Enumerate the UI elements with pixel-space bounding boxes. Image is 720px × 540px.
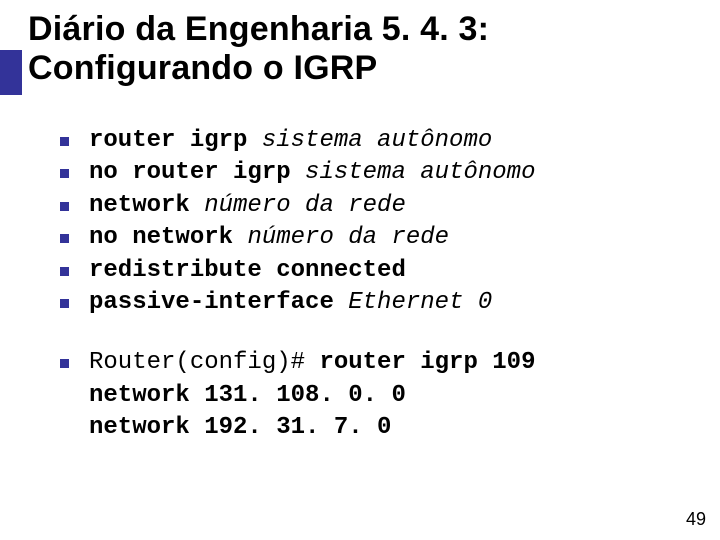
cmd-bold: network 192. 31. 7. 0	[89, 414, 391, 441]
command-text: router igrp sistema autônomo	[89, 125, 492, 157]
cmd-bold: no router igrp	[89, 159, 305, 186]
command-text: Router(config)# router igrp 109 network …	[89, 347, 535, 444]
command-text: redistribute connected	[89, 255, 406, 287]
slide-title: Diário da Engenharia 5. 4. 3: Configuran…	[28, 10, 688, 88]
bullet-icon	[60, 299, 69, 308]
list-item: passive-interface Ethernet 0	[60, 287, 680, 319]
slide-content: router igrp sistema autônomo no router i…	[60, 125, 680, 473]
bullet-icon	[60, 267, 69, 276]
list-item: Router(config)# router igrp 109 network …	[60, 347, 680, 444]
cmd-italic: Ethernet 0	[348, 289, 492, 316]
list-item: no network número da rede	[60, 222, 680, 254]
cmd-bold: redistribute connected	[89, 257, 406, 284]
command-text: passive-interface Ethernet 0	[89, 287, 492, 319]
bullet-icon	[60, 137, 69, 146]
bullet-icon	[60, 202, 69, 211]
list-item: network número da rede	[60, 190, 680, 222]
bullet-icon	[60, 234, 69, 243]
cmd-bold: no network	[89, 224, 247, 251]
list-item: router igrp sistema autônomo	[60, 125, 680, 157]
cmd-italic: número da rede	[204, 192, 406, 219]
title-accent-bar	[0, 50, 22, 95]
bullet-group-commands: router igrp sistema autônomo no router i…	[60, 125, 680, 319]
cmd-italic: sistema autônomo	[305, 159, 535, 186]
command-text: network número da rede	[89, 190, 406, 222]
bullet-icon	[60, 169, 69, 178]
cmd-bold: passive-interface	[89, 289, 348, 316]
cmd-bold: network 131. 108. 0. 0	[89, 382, 406, 409]
cmd-bold: network	[89, 192, 204, 219]
slide: Diário da Engenharia 5. 4. 3: Configuran…	[0, 0, 720, 540]
cmd-bold: router igrp 109	[319, 349, 535, 376]
command-text: no router igrp sistema autônomo	[89, 157, 535, 189]
cmd-plain: Router(config)#	[89, 349, 319, 376]
bullet-icon	[60, 359, 69, 368]
page-number: 49	[686, 509, 706, 530]
cmd-italic: sistema autônomo	[262, 127, 492, 154]
command-text: no network número da rede	[89, 222, 449, 254]
list-item: redistribute connected	[60, 255, 680, 287]
cmd-bold: router igrp	[89, 127, 262, 154]
list-item: no router igrp sistema autônomo	[60, 157, 680, 189]
bullet-group-example: Router(config)# router igrp 109 network …	[60, 347, 680, 444]
cmd-italic: número da rede	[247, 224, 449, 251]
